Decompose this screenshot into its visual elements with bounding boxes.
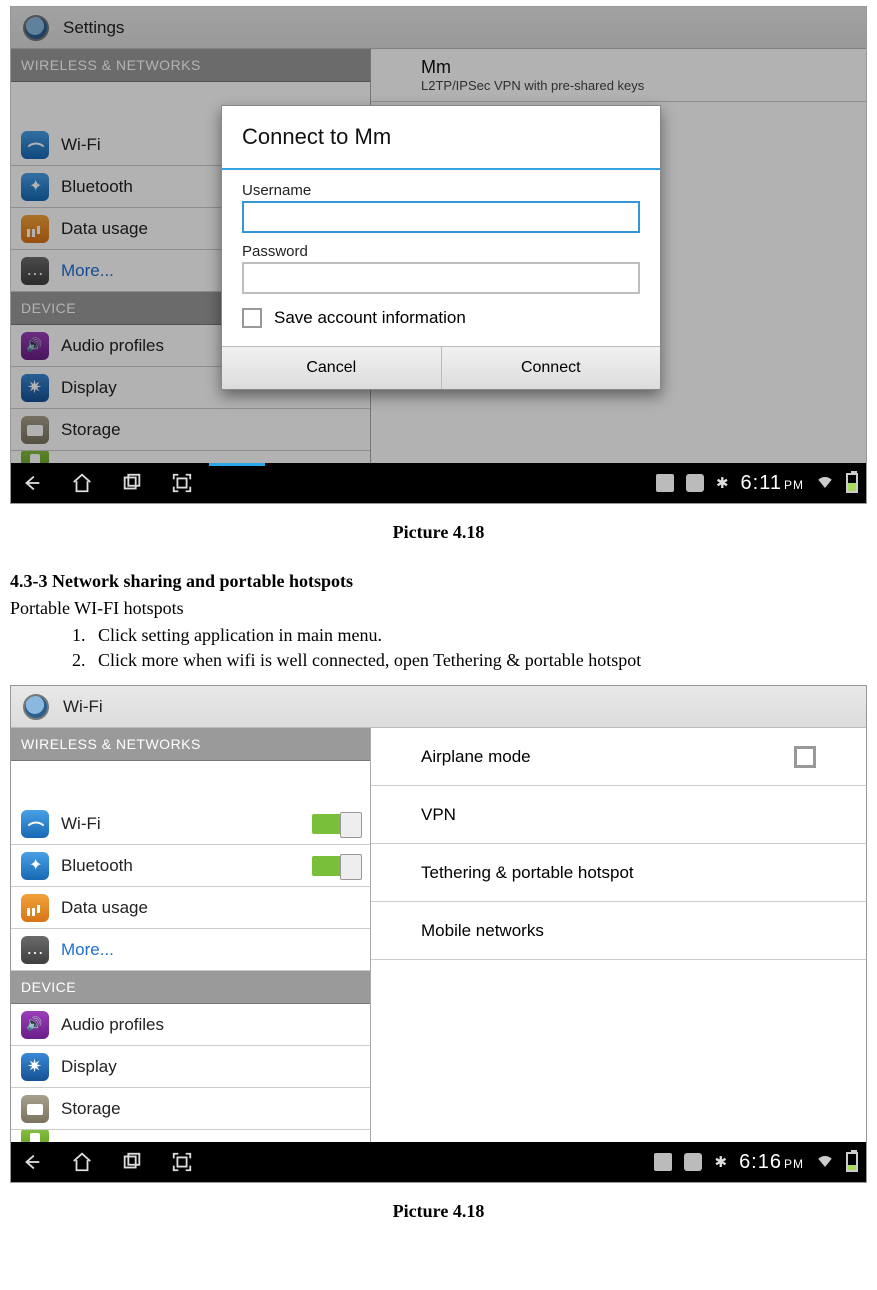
bluetooth-icon bbox=[21, 852, 49, 880]
screenshot-settings-more: Wi-Fi WIRELESS & NETWORKS Wi-Fi Bluetoot… bbox=[10, 685, 867, 1183]
option-mobile-networks[interactable]: Mobile networks bbox=[371, 902, 866, 960]
recent-apps-icon[interactable] bbox=[119, 470, 145, 496]
back-icon[interactable] bbox=[19, 1149, 45, 1175]
option-label: Mobile networks bbox=[421, 921, 544, 941]
sidebar-item-wifi[interactable]: Wi-Fi bbox=[11, 803, 370, 845]
audio-icon bbox=[21, 1011, 49, 1039]
settings-icon bbox=[23, 694, 49, 720]
sidebar-item-label: Storage bbox=[61, 1099, 360, 1119]
section-heading: 4.3-3 Network sharing and portable hotsp… bbox=[10, 571, 867, 592]
bluetooth-status-icon: ✱ bbox=[714, 1153, 727, 1171]
body-text: Portable WI-FI hotspots bbox=[10, 598, 867, 619]
image-notification-icon bbox=[656, 474, 674, 492]
message-notification-icon bbox=[684, 1153, 702, 1171]
sidebar-item-more[interactable]: More... bbox=[11, 929, 370, 971]
back-icon[interactable] bbox=[19, 470, 45, 496]
option-tethering[interactable]: Tethering & portable hotspot bbox=[371, 844, 866, 902]
wifi-icon bbox=[21, 810, 49, 838]
titlebar-title: Wi-Fi bbox=[63, 697, 103, 717]
display-icon bbox=[21, 1053, 49, 1081]
sidebar-item-label: Wi-Fi bbox=[61, 814, 312, 834]
recent-apps-icon[interactable] bbox=[119, 1149, 145, 1175]
battery-status-icon bbox=[846, 473, 858, 493]
save-account-row[interactable]: Save account information bbox=[242, 308, 640, 328]
data-usage-icon bbox=[21, 894, 49, 922]
sidebar-item-display[interactable]: Display bbox=[11, 1046, 370, 1088]
option-vpn[interactable]: VPN bbox=[371, 786, 866, 844]
instruction-list: Click setting application in main menu. … bbox=[90, 625, 867, 671]
bluetooth-status-icon: ✱ bbox=[716, 474, 729, 492]
image-notification-icon bbox=[654, 1153, 672, 1171]
option-label: Tethering & portable hotspot bbox=[421, 863, 634, 883]
password-label: Password bbox=[242, 243, 640, 260]
username-label: Username bbox=[242, 182, 640, 199]
option-label: VPN bbox=[421, 805, 456, 825]
option-label: Airplane mode bbox=[421, 747, 531, 767]
sidebar-item-storage[interactable]: Storage bbox=[11, 1088, 370, 1130]
titlebar: Wi-Fi bbox=[11, 686, 866, 728]
wifi-toggle[interactable] bbox=[312, 814, 360, 834]
dialog-title: Connect to Mm bbox=[222, 106, 660, 168]
password-input[interactable] bbox=[242, 262, 640, 294]
connect-button[interactable]: Connect bbox=[442, 347, 661, 389]
option-airplane-mode[interactable]: Airplane mode bbox=[371, 728, 866, 786]
username-input[interactable] bbox=[242, 201, 640, 233]
status-time: 6:16PM bbox=[739, 1151, 804, 1174]
sidebar-category-wireless: WIRELESS & NETWORKS bbox=[11, 728, 370, 761]
ime-indicator bbox=[209, 463, 265, 466]
figure-caption: Picture 4.18 bbox=[10, 1201, 867, 1222]
screenshot-icon[interactable] bbox=[169, 470, 195, 496]
instruction-step: Click setting application in main menu. bbox=[90, 625, 867, 646]
storage-icon bbox=[21, 1095, 49, 1123]
sidebar-item-label: Audio profiles bbox=[61, 1015, 360, 1035]
home-icon[interactable] bbox=[69, 1149, 95, 1175]
instruction-step: Click more when wifi is well connected, … bbox=[90, 650, 867, 671]
wifi-status-icon bbox=[816, 473, 834, 494]
sidebar-item-label: Display bbox=[61, 1057, 360, 1077]
connect-dialog: Connect to Mm Username Password Save acc… bbox=[221, 105, 661, 390]
screenshot-icon[interactable] bbox=[169, 1149, 195, 1175]
cancel-button[interactable]: Cancel bbox=[222, 347, 442, 389]
sidebar-item-data-usage[interactable]: Data usage bbox=[11, 887, 370, 929]
content-pane: Airplane mode VPN Tethering & portable h… bbox=[371, 728, 866, 1142]
wifi-status-icon bbox=[816, 1152, 834, 1173]
sidebar-item-label: Bluetooth bbox=[61, 856, 312, 876]
sidebar: WIRELESS & NETWORKS Wi-Fi Bluetooth Data… bbox=[11, 728, 371, 1142]
sidebar-item-label: More... bbox=[61, 940, 360, 960]
sidebar-item-label: Data usage bbox=[61, 898, 360, 918]
checkbox-icon[interactable] bbox=[242, 308, 262, 328]
more-icon bbox=[21, 936, 49, 964]
save-account-label: Save account information bbox=[274, 308, 466, 328]
message-notification-icon bbox=[686, 474, 704, 492]
system-navbar: ✱ 6:11PM bbox=[11, 463, 866, 503]
checkbox-icon[interactable] bbox=[794, 746, 816, 768]
screenshot-settings-vpn-connect: Settings WIRELESS & NETWORKS Wi-Fi Bluet… bbox=[10, 6, 867, 504]
sidebar-item-audio-profiles[interactable]: Audio profiles bbox=[11, 1004, 370, 1046]
sidebar-category-device: DEVICE bbox=[11, 971, 370, 1004]
home-icon[interactable] bbox=[69, 470, 95, 496]
sidebar-item-bluetooth[interactable]: Bluetooth bbox=[11, 845, 370, 887]
status-time: 6:11PM bbox=[741, 472, 804, 495]
battery-status-icon bbox=[846, 1152, 858, 1172]
system-navbar: ✱ 6:16PM bbox=[11, 1142, 866, 1182]
bluetooth-toggle[interactable] bbox=[312, 856, 360, 876]
figure-caption: Picture 4.18 bbox=[10, 522, 867, 543]
